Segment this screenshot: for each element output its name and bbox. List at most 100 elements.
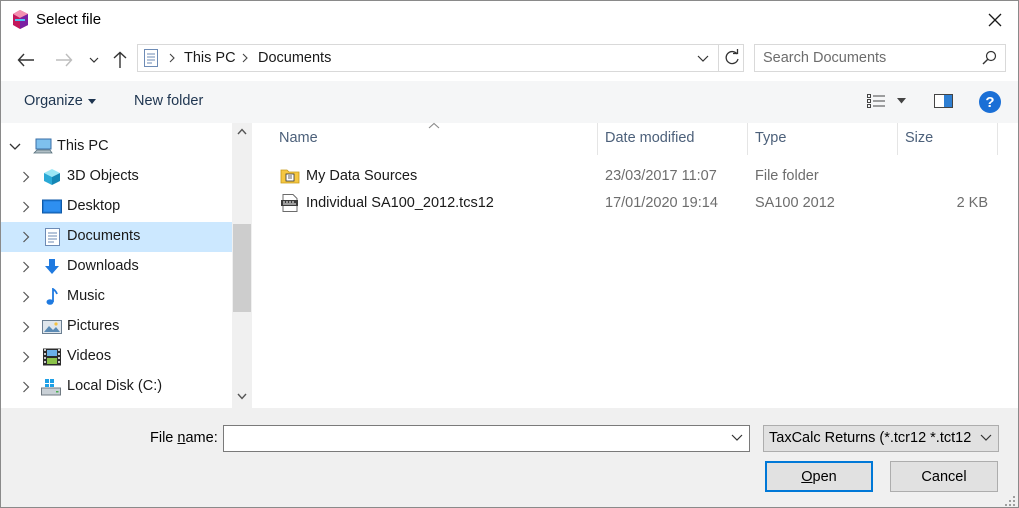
column-header-label: Name	[279, 130, 318, 146]
column-divider[interactable]	[897, 123, 898, 155]
nav-label: Desktop	[67, 198, 121, 214]
column-divider[interactable]	[997, 123, 998, 155]
chevron-down-icon[interactable]	[696, 51, 710, 65]
up-button[interactable]	[108, 49, 132, 71]
file-date: 23/03/2017 11:07	[605, 168, 717, 184]
breadcrumb-documents[interactable]: Documents	[258, 50, 331, 66]
chevron-right-icon	[242, 53, 248, 63]
nav-label: Videos	[67, 348, 112, 364]
document-icon	[144, 49, 158, 67]
view-details-icon[interactable]	[867, 93, 885, 109]
file-row-individual-sa100[interactable]: Individual SA100_2012.tcs12 17/01/2020 1…	[276, 191, 1006, 217]
refresh-icon[interactable]	[723, 49, 741, 67]
collapsed-chevron-icon	[23, 381, 30, 393]
drive-icon	[41, 379, 61, 396]
preview-pane-icon[interactable]	[934, 93, 953, 109]
chevron-right-icon	[169, 53, 175, 63]
cancel-button[interactable]: Cancel	[890, 461, 998, 492]
view-options-caret-icon[interactable]	[897, 98, 906, 104]
file-list: Name Date modified Type Size My Data Sou…	[252, 122, 1018, 408]
window-title: Select file	[36, 11, 102, 28]
file-date: 17/01/2020 19:14	[605, 195, 718, 211]
chevron-down-icon	[89, 57, 99, 63]
nav-item-downloads[interactable]: Downloads	[1, 252, 232, 282]
address-divider	[718, 45, 719, 71]
back-arrow-icon	[17, 53, 34, 67]
nav-item-desktop[interactable]: Desktop	[1, 192, 232, 222]
nav-label: Local Disk (C:)	[67, 378, 163, 394]
collapsed-chevron-icon	[23, 321, 30, 333]
scroll-down-icon[interactable]	[237, 393, 247, 400]
desktop-icon	[42, 199, 62, 214]
organize-button[interactable]: Organize	[24, 93, 96, 109]
resize-grip-icon[interactable]	[1005, 496, 1015, 506]
up-arrow-icon	[113, 51, 127, 68]
nav-item-music[interactable]: Music	[1, 282, 232, 312]
help-button[interactable]: ?	[979, 91, 1001, 113]
nav-item-this-pc[interactable]: This PC	[1, 132, 232, 162]
scrollbar-thumb[interactable]	[233, 224, 251, 312]
column-header-label: Date modified	[605, 130, 695, 146]
chevron-down-icon[interactable]	[731, 434, 743, 442]
forward-button[interactable]	[52, 49, 76, 71]
collapsed-chevron-icon	[23, 231, 30, 243]
file-type-filter-select[interactable]: TaxCalc Returns (*.tcr12 *.tct12 *.tcs12…	[763, 425, 999, 452]
collapsed-chevron-icon	[23, 261, 30, 273]
close-icon	[988, 13, 1002, 27]
help-icon: ?	[985, 93, 995, 111]
collapsed-chevron-icon	[23, 291, 30, 303]
taxcalc-file-icon	[281, 194, 298, 212]
document-icon	[45, 228, 60, 246]
file-type: File folder	[755, 168, 819, 184]
film-icon	[43, 348, 61, 366]
file-row-my-data-sources[interactable]: My Data Sources 23/03/2017 11:07 File fo…	[276, 164, 1006, 190]
open-button[interactable]: Open	[765, 461, 873, 492]
file-name-input[interactable]	[228, 429, 718, 448]
nav-label: Documents	[67, 228, 141, 244]
search-box[interactable]	[754, 44, 1006, 72]
navigation-pane: This PC 3D Objects Desktop Documents Dow…	[1, 123, 252, 408]
file-size: 2 KB	[956, 195, 988, 211]
cube-icon	[44, 169, 60, 185]
close-button[interactable]	[972, 1, 1018, 39]
select-file-dialog: Select file This PC Documents Search Doc…	[0, 0, 1019, 508]
file-name-combobox[interactable]	[223, 425, 750, 452]
nav-item-local-disk[interactable]: Local Disk (C:)	[1, 372, 232, 402]
column-header-size[interactable]: Size	[905, 123, 997, 155]
file-type-filter-value: TaxCalc Returns (*.tcr12 *.tct12 *.tcs12…	[769, 430, 975, 446]
nav-label: 3D Objects	[67, 168, 139, 184]
dialog-footer: File name: TaxCalc Returns (*.tcr12 *.tc…	[1, 408, 1018, 507]
computer-icon	[33, 138, 53, 154]
expanded-chevron-icon	[9, 143, 21, 150]
nav-label: Downloads	[67, 258, 139, 274]
column-header-date[interactable]: Date modified	[605, 123, 747, 155]
title-bar: Select file	[1, 1, 1018, 39]
command-bar: Organize New folder ?	[1, 81, 1018, 123]
file-name: My Data Sources	[306, 168, 418, 184]
back-button[interactable]	[14, 49, 38, 71]
music-note-icon	[46, 288, 58, 305]
scroll-up-icon[interactable]	[237, 128, 247, 135]
nav-label: Pictures	[67, 318, 120, 334]
nav-item-documents[interactable]: Documents	[1, 222, 232, 252]
file-type: SA100 2012	[755, 195, 835, 211]
new-folder-button[interactable]: New folder	[134, 93, 203, 109]
column-divider[interactable]	[747, 123, 748, 155]
nav-item-3d-objects[interactable]: 3D Objects	[1, 162, 232, 192]
search-input[interactable]	[763, 48, 973, 68]
nav-item-videos[interactable]: Videos	[1, 342, 232, 372]
collapsed-chevron-icon	[23, 201, 30, 213]
address-bar[interactable]: This PC Documents	[137, 44, 744, 72]
file-name: Individual SA100_2012.tcs12	[306, 195, 494, 211]
navigation-bar: This PC Documents	[1, 39, 1018, 81]
column-header-name[interactable]: Name	[279, 123, 597, 155]
column-divider[interactable]	[597, 123, 598, 155]
column-header-label: Type	[755, 130, 787, 146]
nav-item-pictures[interactable]: Pictures	[1, 312, 232, 342]
recent-locations-button[interactable]	[83, 49, 105, 71]
nav-scrollbar[interactable]	[232, 123, 252, 408]
column-header-type[interactable]: Type	[755, 123, 897, 155]
file-name-label: File name:	[150, 430, 218, 446]
breadcrumb-this-pc[interactable]: This PC	[184, 50, 236, 66]
collapsed-chevron-icon	[23, 351, 30, 363]
